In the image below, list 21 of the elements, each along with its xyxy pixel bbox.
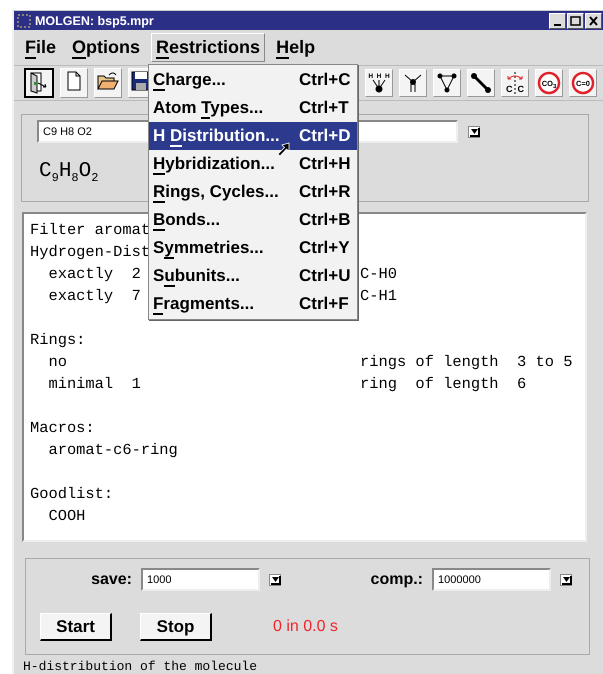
- text-line: minimal 1: [47, 375, 141, 393]
- text-line: COOH: [47, 507, 86, 525]
- text-line: rings of length 3 to 5: [360, 352, 572, 373]
- text-line: C-H0: [360, 264, 397, 285]
- text-line: no: [47, 353, 67, 371]
- text-line: C-H1: [360, 286, 397, 307]
- text-line: exactly 7: [47, 287, 141, 305]
- status-text: H-distribution of the molecule: [23, 659, 258, 674]
- text-line: Goodlist:: [30, 485, 114, 503]
- text-line: aromat-c6-ring: [47, 441, 178, 459]
- text-line: Filter aromat: [30, 221, 150, 239]
- window-title: MOLGEN: bsp5.mpr: [35, 14, 154, 28]
- text-line: ring of length 6: [360, 374, 526, 395]
- save-label: save:: [90, 570, 132, 588]
- comp-label: comp.:: [370, 570, 423, 588]
- text-line: Macros:: [30, 419, 95, 437]
- result-text: 0 in 0.0 s: [273, 618, 338, 636]
- molecular-formula: C$_{9}$H$_{8}$O$_{2}$: [39, 160, 98, 183]
- text-line: exactly 2: [47, 265, 141, 283]
- text-line: Hydrogen-Dist: [30, 243, 150, 261]
- text-line: Rings:: [30, 331, 86, 349]
